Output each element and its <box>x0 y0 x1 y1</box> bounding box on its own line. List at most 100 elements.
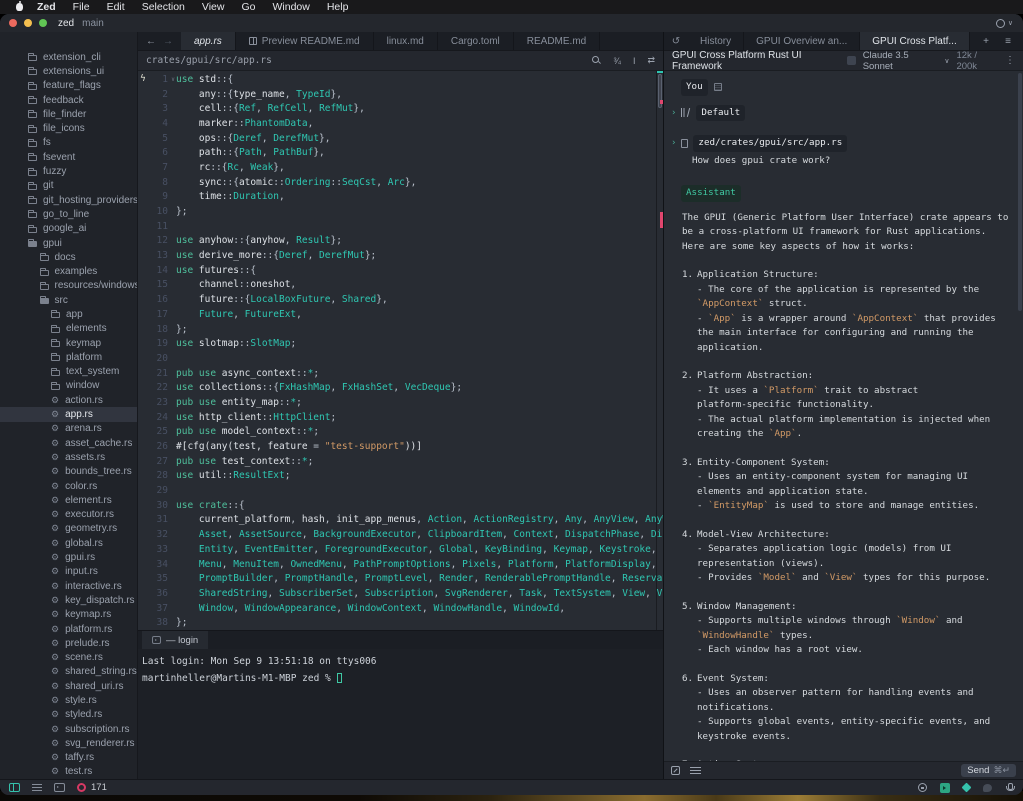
file-tree-item[interactable]: ⚙interactive.rs <box>0 579 137 593</box>
file-tree-item[interactable]: keymap <box>0 336 137 350</box>
model-selector[interactable]: Claude 3.5 Sonnet <box>863 50 938 72</box>
menu-item-edit[interactable]: Edit <box>107 1 125 13</box>
file-tree-item[interactable]: extensions_ui <box>0 64 137 78</box>
file-tree-item[interactable]: fsevent <box>0 150 137 164</box>
file-tree-item[interactable]: ⚙element.rs <box>0 493 137 507</box>
file-tree-item[interactable]: ⚙shared_string.rs <box>0 665 137 679</box>
assistant-sparkle-icon[interactable] <box>962 783 972 793</box>
swap-icon[interactable]: ⇄ <box>647 55 655 66</box>
project-panel[interactable]: extension_cliextensions_uifeature_flagsf… <box>0 32 138 779</box>
file-tree-item[interactable]: app <box>0 307 137 321</box>
file-tree-item[interactable]: google_ai <box>0 222 137 236</box>
copilot-icon[interactable] <box>918 783 927 792</box>
file-tree-item[interactable]: ⚙asset_cache.rs <box>0 436 137 450</box>
percent-icon[interactable]: ¾ <box>613 56 621 66</box>
more-menu-icon[interactable]: ⋮ <box>1005 55 1015 66</box>
file-tree-item[interactable]: ⚙prelude.rs <box>0 636 137 650</box>
message-composer[interactable]: Send ⌘↵ <box>664 761 1023 779</box>
terminal-toggle-icon[interactable] <box>54 783 65 792</box>
editor-tab[interactable]: Preview README.md <box>236 32 374 50</box>
terminal-tab[interactable]: — login <box>142 631 208 649</box>
menu-item-window[interactable]: Window <box>272 1 309 13</box>
menu-item-zed[interactable]: Zed <box>37 1 56 13</box>
file-tree-item[interactable]: git <box>0 179 137 193</box>
menu-item-selection[interactable]: Selection <box>142 1 185 13</box>
assistant-tab[interactable]: History <box>688 32 744 50</box>
cursor-icon[interactable]: I <box>633 56 636 66</box>
fold-caret-icon[interactable]: ∨ <box>168 76 176 83</box>
chevron-right-icon[interactable]: › <box>671 136 676 151</box>
code-action-bolt-icon[interactable]: ϟ <box>138 74 148 84</box>
file-tree-item[interactable]: ⚙taffy.rs <box>0 751 137 765</box>
search-icon[interactable] <box>592 56 601 65</box>
project-name[interactable]: zed <box>58 18 74 29</box>
context-icon[interactable] <box>714 83 722 91</box>
file-tree-item[interactable]: ⚙test.rs <box>0 765 137 779</box>
file-tree-item[interactable]: ⚙bounds_tree.rs <box>0 465 137 479</box>
file-tree-item[interactable]: git_hosting_providers <box>0 193 137 207</box>
minimize-button[interactable] <box>24 19 32 27</box>
apple-icon[interactable] <box>16 3 23 11</box>
file-tree-item[interactable]: go_to_line <box>0 207 137 221</box>
file-tree-item[interactable]: ⚙geometry.rs <box>0 522 137 536</box>
outline-panel-toggle-icon[interactable] <box>32 784 42 792</box>
context-list-icon[interactable] <box>690 767 701 774</box>
file-tree-item[interactable]: ⚙executor.rs <box>0 508 137 522</box>
editor-tab[interactable]: app.rs <box>181 32 236 50</box>
close-button[interactable] <box>9 19 17 27</box>
file-tree-item[interactable]: ⚙platform.rs <box>0 622 137 636</box>
history-icon[interactable]: ↺ <box>664 32 688 50</box>
file-tree-item[interactable]: platform <box>0 350 137 364</box>
conversation-title[interactable]: GPUI Cross Platform Rust UI Framework <box>672 50 847 72</box>
file-tree-item[interactable]: docs <box>0 250 137 264</box>
terminal-badge-icon[interactable] <box>940 783 950 793</box>
file-tree-item[interactable]: resources/windows <box>0 279 137 293</box>
chat-bubble-icon[interactable] <box>983 784 992 792</box>
new-chat-icon[interactable]: + <box>977 36 995 47</box>
chevron-right-icon[interactable]: › <box>671 106 676 121</box>
assistant-tab[interactable]: GPUI Cross Platf... <box>860 32 969 50</box>
file-tree-item[interactable]: file_icons <box>0 121 137 135</box>
file-tree-item[interactable]: ⚙input.rs <box>0 565 137 579</box>
nav-forward-icon[interactable]: → <box>163 36 173 47</box>
zoom-button[interactable] <box>39 19 47 27</box>
expand-icon[interactable] <box>671 766 680 775</box>
file-tree-item[interactable]: feedback <box>0 93 137 107</box>
menu-item-view[interactable]: View <box>202 1 225 13</box>
file-tree-item[interactable]: file_finder <box>0 107 137 121</box>
file-tree-item[interactable]: text_system <box>0 365 137 379</box>
file-tree-item[interactable]: ⚙keymap.rs <box>0 608 137 622</box>
collab-menu[interactable]: ∨ <box>996 14 1013 32</box>
git-branch[interactable]: main <box>82 18 104 29</box>
file-tree-item[interactable]: ⚙gpui.rs <box>0 550 137 564</box>
mic-icon[interactable] <box>1005 783 1014 793</box>
file-tree-item[interactable]: ⚙assets.rs <box>0 450 137 464</box>
assistant-tab[interactable]: GPUI Overview an... <box>744 32 860 50</box>
file-tree-item[interactable]: ⚙scene.rs <box>0 650 137 664</box>
chat-scrollbar-thumb[interactable] <box>1018 73 1022 311</box>
menu-icon[interactable]: ≡ <box>999 36 1017 47</box>
terminal-output[interactable]: Last login: Mon Sep 9 13:51:18 on ttys00… <box>138 649 663 779</box>
file-tree-item[interactable]: ⚙arena.rs <box>0 422 137 436</box>
file-tree-item[interactable]: fs <box>0 136 137 150</box>
editor-buffer[interactable]: ϟ1∨use std::{2 any::{type_name, TypeId},… <box>138 71 663 630</box>
file-tree-item[interactable]: ⚙subscription.rs <box>0 722 137 736</box>
file-tree-item[interactable]: ⚙action.rs <box>0 393 137 407</box>
project-panel-toggle-icon[interactable] <box>9 783 20 792</box>
nav-back-icon[interactable]: ← <box>146 36 156 47</box>
file-tree-item[interactable]: ⚙key_dispatch.rs <box>0 593 137 607</box>
file-context-row[interactable]: › zed/crates/gpui/src/app.rs <box>671 135 1023 152</box>
editor-scrollbar[interactable] <box>656 71 663 630</box>
file-tree-item[interactable]: examples <box>0 264 137 278</box>
menu-item-file[interactable]: File <box>73 1 90 13</box>
file-tree-item[interactable]: extension_cli <box>0 50 137 64</box>
diagnostics-summary[interactable]: 171 <box>77 782 107 793</box>
send-button[interactable]: Send ⌘↵ <box>961 764 1016 777</box>
title-bar[interactable]: zed main ∨ <box>0 14 1023 32</box>
editor-tab[interactable]: README.md <box>514 32 600 50</box>
file-tree-item[interactable]: gpui <box>0 236 137 250</box>
file-tree-item[interactable]: ⚙styled.rs <box>0 708 137 722</box>
file-tree-item[interactable]: ⚙global.rs <box>0 536 137 550</box>
context-row[interactable]: › Default <box>671 105 1023 122</box>
breadcrumb[interactable]: crates/gpui/src/app.rs <box>146 55 272 66</box>
